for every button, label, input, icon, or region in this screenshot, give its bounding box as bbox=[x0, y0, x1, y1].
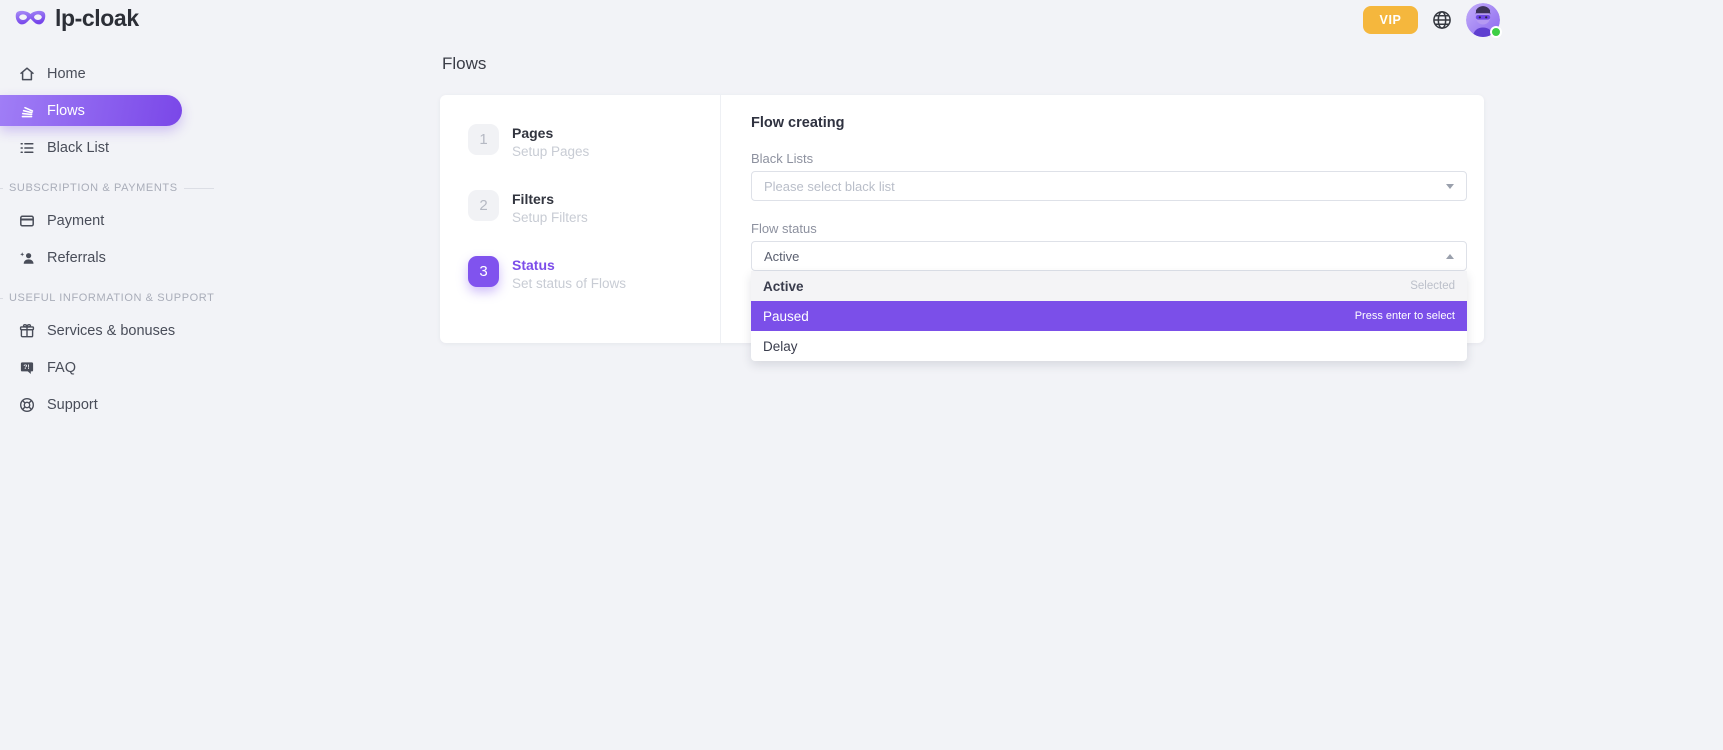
sidebar-item-faq[interactable]: ?! FAQ bbox=[0, 352, 230, 383]
user-avatar[interactable] bbox=[1466, 3, 1500, 37]
header-actions: VIP bbox=[1363, 3, 1500, 37]
flow-status-value: Active bbox=[764, 249, 799, 264]
sidebar-item-flows[interactable]: Flows bbox=[0, 95, 182, 126]
sidebar-item-home[interactable]: Home bbox=[0, 58, 230, 89]
step-number-badge: 1 bbox=[468, 124, 499, 155]
sidebar-item-label: FAQ bbox=[47, 360, 76, 376]
step-pages[interactable]: 1 Pages Setup Pages bbox=[468, 124, 720, 159]
wizard-stepper: 1 Pages Setup Pages 2 Filters Setup Filt… bbox=[440, 95, 721, 343]
sidebar-item-services[interactable]: Services & bonuses bbox=[0, 315, 230, 346]
sidebar-item-label: Services & bonuses bbox=[47, 323, 175, 339]
svg-text:?!: ?! bbox=[23, 364, 29, 371]
option-delay[interactable]: Delay bbox=[751, 331, 1467, 361]
section-title: SUBSCRIPTION & PAYMENTS bbox=[9, 182, 178, 194]
step-filters[interactable]: 2 Filters Setup Filters bbox=[468, 190, 720, 225]
mask-icon bbox=[14, 8, 47, 30]
flow-status-label: Flow status bbox=[751, 221, 1467, 236]
brand-name: lp-cloak bbox=[55, 5, 139, 32]
faq-bubble-icon: ?! bbox=[18, 359, 36, 377]
sidebar-item-label: Support bbox=[47, 397, 98, 413]
step-title: Filters bbox=[512, 191, 588, 207]
option-label: Paused bbox=[763, 309, 809, 324]
option-active[interactable]: Active Selected bbox=[751, 271, 1467, 301]
vip-button[interactable]: VIP bbox=[1363, 6, 1418, 34]
step-number-badge: 2 bbox=[468, 190, 499, 221]
main-content: Flows 1 Pages Setup Pages 2 Filters Setu… bbox=[440, 40, 1484, 343]
divider bbox=[184, 188, 214, 189]
sidebar-item-referrals[interactable]: Referrals bbox=[0, 242, 230, 273]
black-lists-input[interactable] bbox=[764, 179, 1446, 194]
page-title: Flows bbox=[442, 54, 1484, 74]
option-hint-press-enter: Press enter to select bbox=[1355, 310, 1455, 322]
section-title: USEFUL INFORMATION & SUPPORT bbox=[9, 292, 214, 304]
chevron-up-icon bbox=[1446, 254, 1454, 259]
sidebar: Home Flows Black List SUBSCRIPTION & PAY… bbox=[0, 58, 230, 426]
step-title: Pages bbox=[512, 125, 589, 141]
flow-status-dropdown: Active Selected Paused Press enter to se… bbox=[751, 271, 1467, 361]
online-status-dot bbox=[1490, 26, 1502, 38]
sidebar-section-support: USEFUL INFORMATION & SUPPORT bbox=[0, 292, 230, 304]
lifebuoy-icon bbox=[18, 396, 36, 414]
credit-card-icon bbox=[18, 212, 36, 230]
sidebar-item-support[interactable]: Support bbox=[0, 389, 230, 420]
divider bbox=[0, 298, 3, 299]
step-title: Status bbox=[512, 257, 626, 273]
flows-stack-icon bbox=[18, 102, 36, 120]
sidebar-item-label: Home bbox=[47, 66, 86, 82]
option-label: Active bbox=[763, 279, 804, 294]
black-lists-select[interactable] bbox=[751, 171, 1467, 201]
flow-status-select[interactable]: Active bbox=[751, 241, 1467, 271]
step-status[interactable]: 3 Status Set status of Flows bbox=[468, 256, 720, 291]
flow-wizard-card: 1 Pages Setup Pages 2 Filters Setup Filt… bbox=[440, 95, 1484, 343]
sidebar-section-subscription: SUBSCRIPTION & PAYMENTS bbox=[0, 182, 230, 194]
chevron-down-icon bbox=[1446, 184, 1454, 189]
flow-creating-form: Flow creating Black Lists Flow status Ac… bbox=[721, 95, 1484, 343]
option-label: Delay bbox=[763, 339, 798, 354]
option-paused[interactable]: Paused Press enter to select bbox=[751, 301, 1467, 331]
black-lists-label: Black Lists bbox=[751, 151, 1467, 166]
gift-icon bbox=[18, 322, 36, 340]
person-add-icon bbox=[18, 249, 36, 267]
sidebar-item-label: Black List bbox=[47, 140, 109, 156]
list-icon bbox=[18, 139, 36, 157]
sidebar-item-label: Referrals bbox=[47, 250, 106, 266]
globe-icon[interactable] bbox=[1431, 9, 1453, 31]
option-hint-selected: Selected bbox=[1410, 280, 1455, 292]
step-subtitle: Setup Pages bbox=[512, 144, 589, 159]
home-icon bbox=[18, 65, 36, 83]
step-number-badge: 3 bbox=[468, 256, 499, 287]
form-title: Flow creating bbox=[751, 115, 1467, 131]
sidebar-item-label: Payment bbox=[47, 213, 104, 229]
app-logo[interactable]: lp-cloak bbox=[14, 5, 139, 32]
divider bbox=[0, 188, 3, 189]
sidebar-item-label: Flows bbox=[47, 103, 85, 119]
step-subtitle: Set status of Flows bbox=[512, 276, 626, 291]
step-subtitle: Setup Filters bbox=[512, 210, 588, 225]
sidebar-item-payment[interactable]: Payment bbox=[0, 205, 230, 236]
sidebar-item-black-list[interactable]: Black List bbox=[0, 132, 230, 163]
